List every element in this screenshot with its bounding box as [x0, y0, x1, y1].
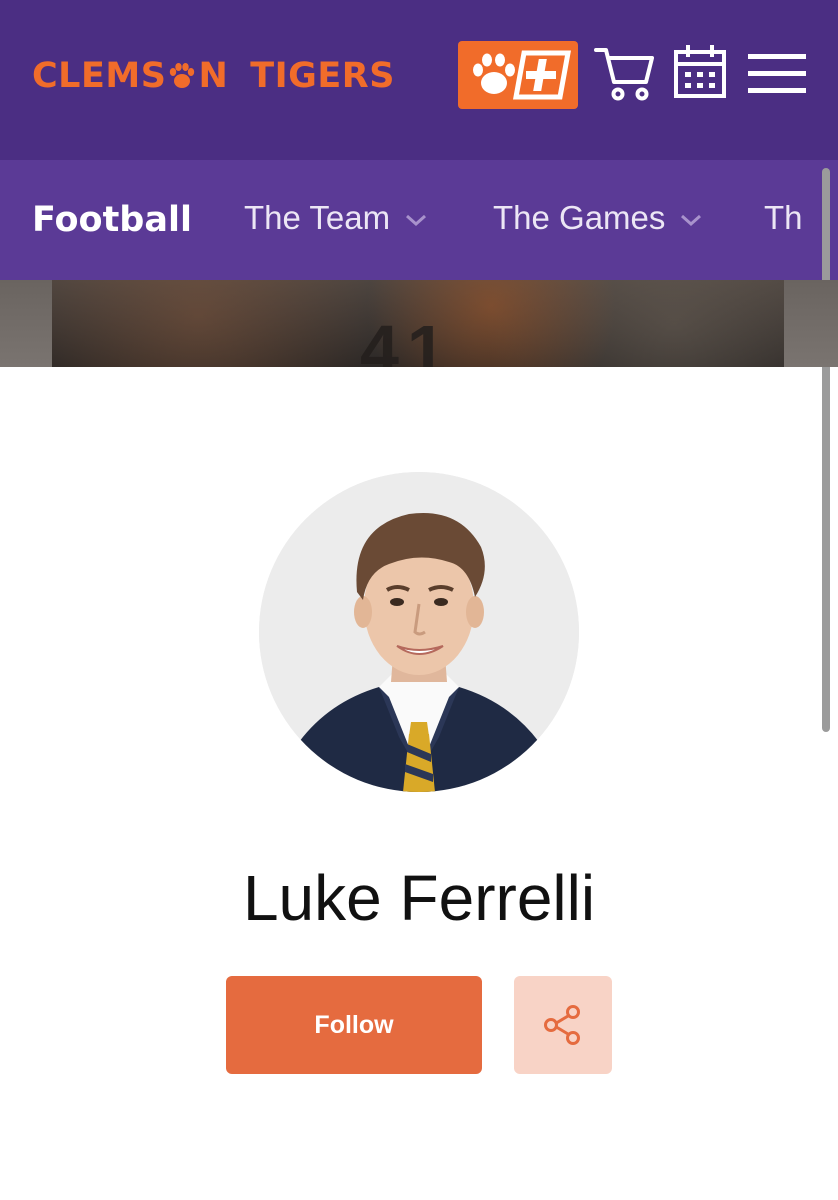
page-scrollbar[interactable]: [822, 168, 830, 732]
clemson-plus-button[interactable]: [458, 41, 578, 109]
hero-banner-image: 41: [0, 280, 838, 367]
cart-icon[interactable]: [594, 44, 656, 102]
clemson-plus-icon: [473, 50, 571, 100]
clemson-tigers-logo[interactable]: CLEMS N TIGERS: [32, 52, 395, 100]
brand-text-part2: N: [198, 56, 229, 96]
brand-text-part3: TIGERS: [250, 56, 395, 96]
chevron-down-icon: [406, 214, 427, 227]
subnav-item-label: Th: [764, 199, 803, 236]
subnav-title[interactable]: Football: [32, 198, 192, 242]
player-photo: [259, 472, 579, 792]
player-name: Luke Ferrelli: [242, 862, 596, 934]
paw-icon: [170, 63, 195, 88]
subnav-item-the-games[interactable]: The Games: [493, 196, 703, 240]
top-header: CLEMS N TIGERS: [0, 0, 838, 160]
share-button[interactable]: [514, 976, 612, 1074]
jersey-number: 41: [360, 311, 454, 367]
sport-subnav: Football The Team The Games Th: [0, 160, 838, 280]
hamburger-menu-icon[interactable]: [746, 52, 808, 96]
subnav-item-truncated[interactable]: Th: [764, 196, 803, 240]
calendar-icon[interactable]: [672, 42, 728, 100]
chevron-down-icon: [681, 214, 702, 227]
brand-text-part1: CLEMS: [32, 56, 167, 96]
player-headshot: [259, 472, 579, 792]
subnav-item-label: The Games: [493, 199, 666, 236]
share-icon: [544, 1005, 580, 1045]
follow-button[interactable]: Follow: [226, 976, 482, 1074]
subnav-item-the-team[interactable]: The Team: [244, 196, 428, 240]
subnav-item-label: The Team: [244, 199, 391, 236]
